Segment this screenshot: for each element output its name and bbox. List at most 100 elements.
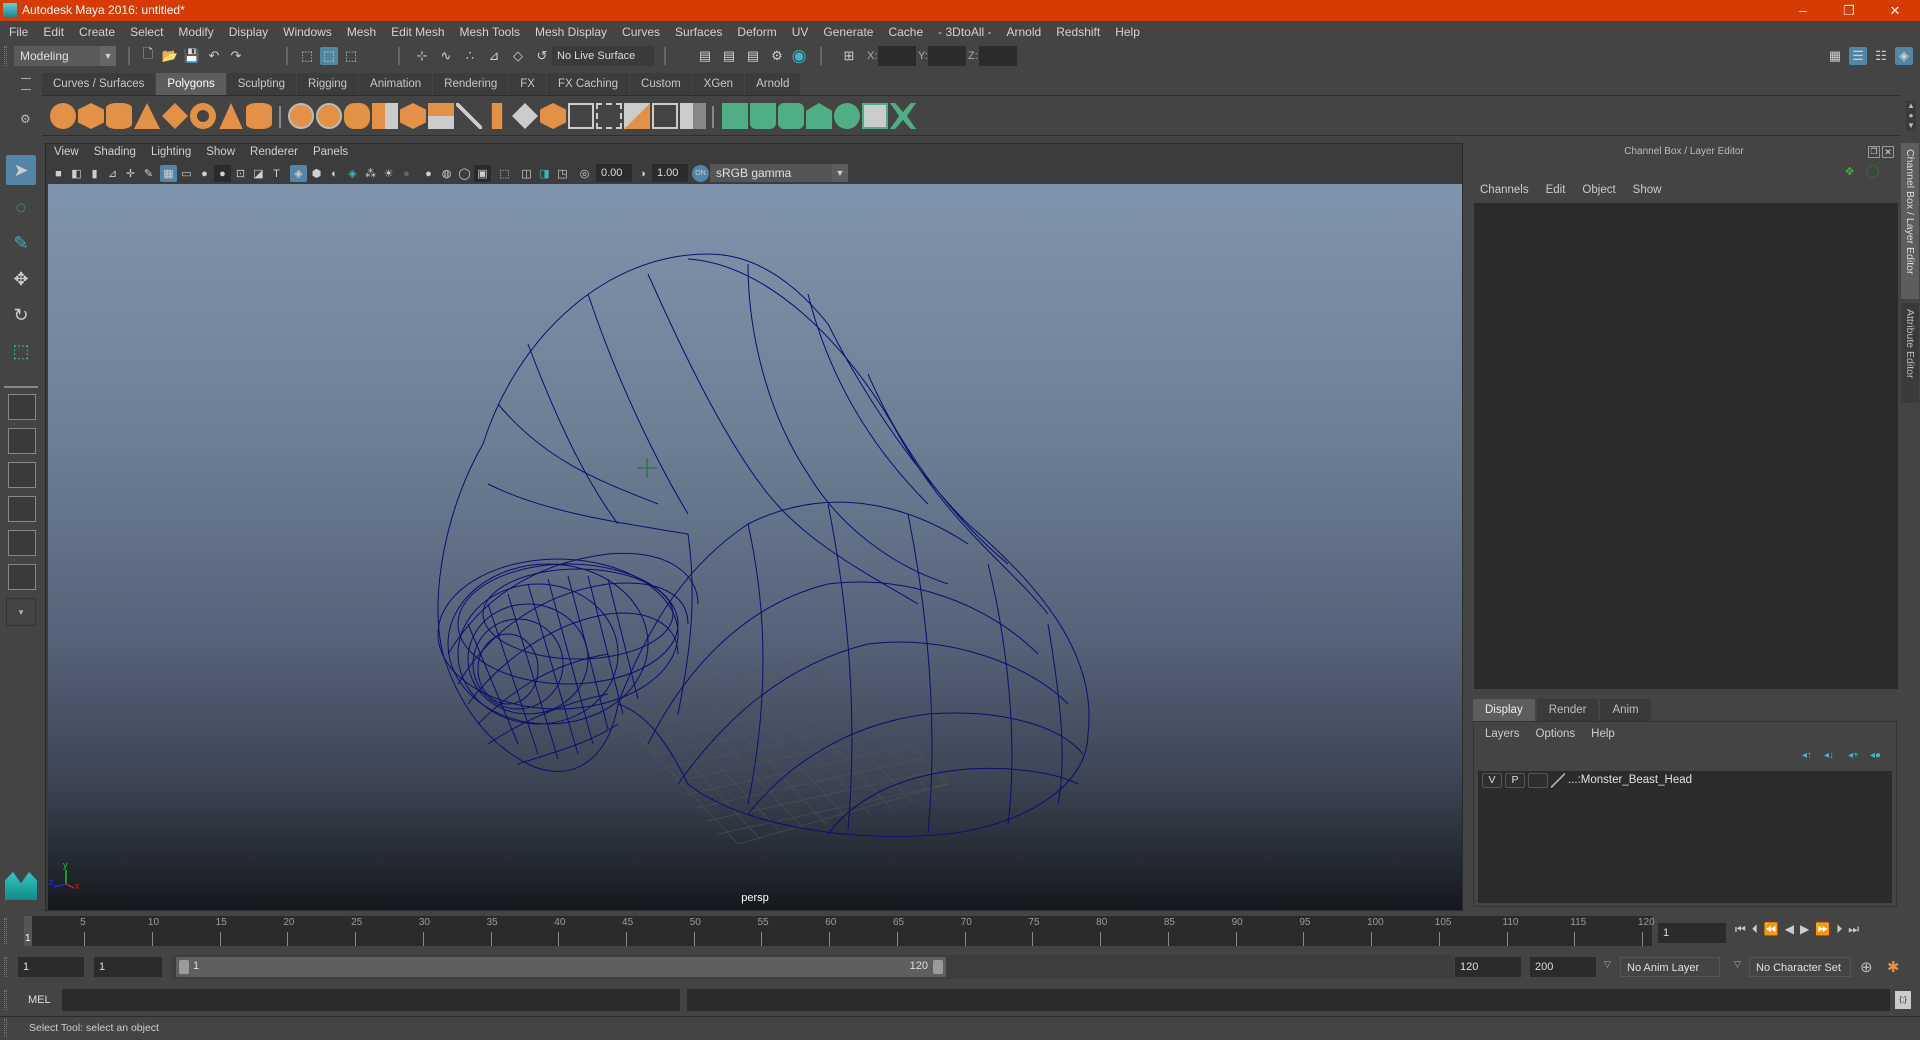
persp-outliner-layout-button[interactable] [8, 462, 36, 488]
hypershade-icon[interactable]: ◉ [790, 46, 808, 65]
undo-icon[interactable]: ↶ [205, 47, 223, 65]
range-slider[interactable]: 1 120 [176, 957, 946, 977]
move-tool-icon[interactable]: ✥ [6, 264, 36, 294]
menu-channels[interactable]: Channels [1480, 184, 1529, 196]
menu-windows[interactable]: Windows [283, 25, 332, 39]
bevel-icon[interactable] [428, 103, 454, 129]
open-scene-icon[interactable]: 📂 [161, 47, 179, 65]
xray-joints-icon[interactable]: ◫ [518, 165, 535, 182]
new-layer-icon[interactable]: ◂+ [1848, 750, 1859, 761]
transform-constraint-icon[interactable]: ⊞ [840, 47, 858, 65]
panel-menu-view[interactable]: View [54, 146, 79, 162]
snap-live-icon[interactable]: ◇ [509, 47, 527, 65]
field-chart-icon[interactable]: ⊡ [232, 165, 249, 182]
append-polygon-icon[interactable] [568, 103, 594, 129]
isolate-select-icon[interactable]: ▣ [474, 165, 491, 182]
panel-menu-renderer[interactable]: Renderer [250, 146, 298, 162]
smooth-shade-icon[interactable]: ⬢ [308, 165, 325, 182]
render-view-icon[interactable]: ▤ [696, 47, 714, 65]
layer-row[interactable]: V P ...:Monster_Beast_Head [1478, 771, 1892, 791]
planar-uv-icon[interactable] [722, 103, 748, 129]
triangulate-icon[interactable] [624, 103, 650, 129]
time-slider-grip[interactable] [4, 918, 7, 944]
command-input[interactable] [62, 989, 680, 1011]
tool-settings-toggle-icon[interactable]: ☷ [1872, 47, 1890, 65]
gate-mask-icon[interactable]: ● [214, 165, 231, 182]
menuset-dropdown[interactable]: Modeling ▼ [14, 46, 116, 66]
menu-show[interactable]: Show [1633, 184, 1662, 196]
menu-edit[interactable]: Edit [43, 25, 64, 39]
shelf-tab-polygons[interactable]: Polygons [156, 73, 226, 95]
playback-end-field[interactable]: 120 [1455, 957, 1521, 977]
make-live-icon[interactable]: ↺ [533, 47, 551, 65]
layer-color-swatch[interactable] [1551, 773, 1565, 788]
step-forward-key-icon[interactable]: ⏩ [1815, 922, 1830, 937]
insert-edge-loop-icon[interactable] [596, 103, 622, 129]
shelf-settings-gear-icon[interactable]: ⚙ [20, 112, 31, 126]
paint-select-tool-icon[interactable]: ✎ [6, 228, 36, 258]
side-tab-attribute-editor[interactable]: Attribute Editor [1901, 303, 1919, 403]
color-management-toggle-icon[interactable]: ON [692, 165, 709, 182]
step-back-key-icon[interactable]: ⏪ [1764, 922, 1779, 937]
wireframe-model-monster-beast-head[interactable]: y z x [48, 184, 1462, 910]
move-layer-up-icon[interactable]: ◂↑ [1802, 750, 1812, 761]
step-forward-frame-icon[interactable]: ⏵ [1836, 922, 1842, 937]
tab-display[interactable]: Display [1473, 699, 1535, 721]
auto-key-icon[interactable]: ⊕ [1860, 958, 1873, 976]
gamma-icon[interactable]: ◑ [634, 165, 651, 182]
panel-menu-lighting[interactable]: Lighting [151, 146, 191, 162]
shelf-tab-arnold[interactable]: Arnold [745, 73, 801, 95]
shelf-tab-fx-caching[interactable]: FX Caching [546, 73, 630, 95]
snap-point-icon[interactable]: ∴ [461, 47, 479, 65]
save-scene-icon[interactable]: 💾 [183, 47, 201, 65]
new-scene-icon[interactable]: 🗋 [139, 46, 157, 65]
panel-menu-panels[interactable]: Panels [313, 146, 348, 162]
combine-icon[interactable] [288, 103, 314, 129]
shelf-tab-curves-surfaces[interactable]: Curves / Surfaces [42, 73, 156, 95]
persp-graph-layout-button[interactable] [8, 496, 36, 522]
select-tool-icon[interactable]: ➤ [6, 155, 36, 185]
xray-icon[interactable]: ⬚ [496, 165, 513, 182]
menu-create[interactable]: Create [79, 25, 115, 39]
side-tab-channel-box[interactable]: Channel Box / Layer Editor [1901, 143, 1919, 299]
use-all-lights-icon[interactable]: ⁂ [362, 165, 379, 182]
shadows-icon[interactable]: ☀ [380, 165, 397, 182]
menu-options[interactable]: Options [1536, 728, 1576, 740]
poly-cylinder-icon[interactable] [106, 103, 132, 129]
menu-deform[interactable]: Deform [737, 25, 776, 39]
current-frame-field[interactable]: 1 [1658, 923, 1726, 943]
resolution-gate-icon[interactable]: ● [196, 165, 213, 182]
move-layer-down-icon[interactable]: ◂↓ [1824, 750, 1834, 761]
exposure-field[interactable]: 0.00 [596, 164, 632, 182]
menu-edit-mesh[interactable]: Edit Mesh [391, 25, 444, 39]
tab-anim[interactable]: Anim [1600, 699, 1651, 721]
menu-cache[interactable]: Cache [888, 25, 923, 39]
menu-edit[interactable]: Edit [1546, 184, 1566, 196]
safe-action-icon[interactable]: ◪ [250, 165, 267, 182]
panel-menu-show[interactable]: Show [206, 146, 235, 162]
script-editor-icon[interactable]: {;} [1895, 991, 1911, 1009]
cmdline-grip[interactable] [4, 990, 7, 1010]
render-current-icon[interactable]: ▤ [720, 47, 738, 65]
view-transform-dropdown[interactable]: sRGB gamma ▼ [710, 164, 848, 182]
menu-curves[interactable]: Curves [622, 25, 660, 39]
live-surface-field[interactable]: No Live Surface [552, 46, 654, 66]
menu-file[interactable]: File [9, 25, 28, 39]
step-back-frame-icon[interactable]: ⏴ [1752, 922, 1758, 937]
modeling-toolkit-icon[interactable]: ▦ [1826, 47, 1844, 65]
manipulator-axis-icon[interactable]: ✥ [1845, 165, 1859, 179]
scale-tool-icon[interactable]: ⬚ [6, 336, 36, 366]
film-gate-icon[interactable]: ▭ [178, 165, 195, 182]
spherical-uv-icon[interactable] [778, 103, 804, 129]
panel-menu-shading[interactable]: Shading [94, 146, 136, 162]
go-to-end-icon[interactable]: ⏭ [1848, 922, 1859, 937]
menu-display[interactable]: Display [229, 25, 268, 39]
single-perspective-layout-button[interactable] [8, 394, 36, 420]
range-grip[interactable] [4, 957, 7, 977]
multi-cut-icon[interactable] [456, 103, 482, 129]
shelf-tab-rendering[interactable]: Rendering [433, 73, 509, 95]
merge-icon[interactable] [680, 103, 706, 129]
ipr-render-icon[interactable]: ▤ [744, 47, 762, 65]
render-settings-icon[interactable]: ⚙ [768, 47, 786, 65]
animation-start-field[interactable]: 1 [18, 957, 84, 977]
